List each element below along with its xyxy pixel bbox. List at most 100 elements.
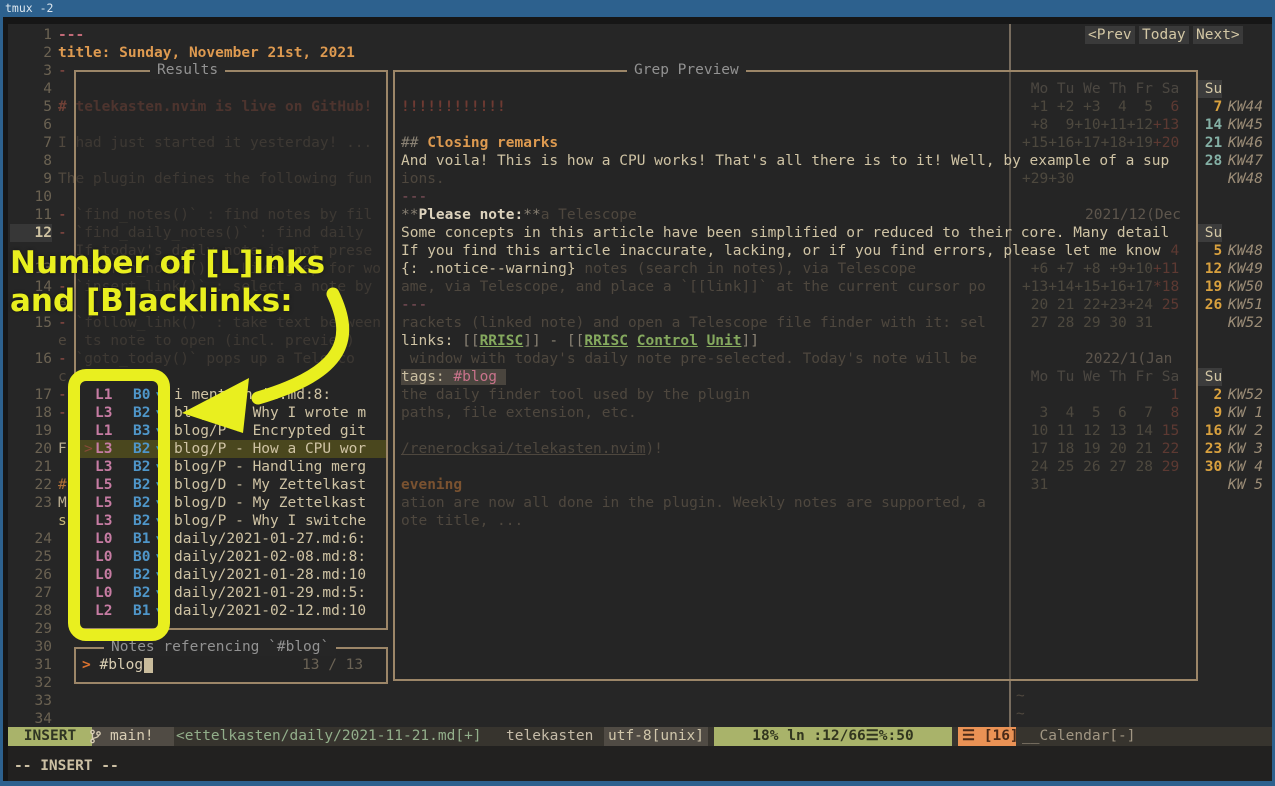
line-number: 12 bbox=[10, 224, 52, 242]
line-number: 3 bbox=[10, 62, 52, 80]
calendar-day-sunday[interactable]: 9 bbox=[1196, 404, 1222, 422]
wiki-link[interactable]: RRISC bbox=[584, 333, 628, 349]
calendar-week-number: KW 2 bbox=[1228, 422, 1263, 440]
calendar-week-number: KW48 bbox=[1228, 170, 1263, 188]
git-branch-label: main! bbox=[92, 727, 174, 746]
calendar-day-sunday[interactable]: 12 bbox=[1196, 260, 1222, 278]
annotation-text: Number of [L]inks and [B]acklinks: bbox=[10, 244, 325, 320]
result-note-title: blog/D - My Zettelkast bbox=[174, 494, 386, 512]
calendar-week-number: KW50 bbox=[1228, 278, 1263, 296]
statusline: INSERT main! <ettelkasten/daily/2021-11-… bbox=[8, 727, 1272, 746]
calendar-statusline-label: __Calendar[-] bbox=[1022, 727, 1136, 746]
plugin-name-label: telekasten bbox=[506, 727, 593, 746]
grep-line: !!!!!!!!!!!! bbox=[401, 98, 506, 116]
line-number: 21 bbox=[10, 458, 52, 476]
calendar-week-number: KW 4 bbox=[1228, 458, 1263, 476]
result-note-title: blog/P - How a CPU wor bbox=[174, 440, 386, 458]
terminal-left-edge bbox=[0, 17, 3, 786]
wiki-link[interactable]: RRISC bbox=[480, 333, 524, 349]
result-note-title: daily/2021-01-28.md:10 bbox=[174, 566, 386, 584]
grep-line: rackets (linked note) and open a Telesco… bbox=[401, 314, 986, 332]
buffer-line: F bbox=[58, 440, 67, 458]
calendar-day-sunday[interactable]: 30 bbox=[1196, 458, 1222, 476]
result-note-title: blog/P - Encrypted git bbox=[174, 422, 386, 440]
calendar-week-number: KW 1 bbox=[1228, 404, 1263, 422]
line-number: 10 bbox=[10, 188, 52, 206]
line-number: 5 bbox=[10, 98, 52, 116]
grep-line: **Please note:**a Telescope bbox=[401, 206, 637, 224]
grep-line: tags: #blog bbox=[401, 368, 506, 386]
line-number: 29 bbox=[10, 620, 52, 638]
calendar-week-number: KW45 bbox=[1228, 116, 1263, 134]
buffer-line: --- bbox=[58, 26, 84, 44]
calendar-week-number: KW46 bbox=[1228, 134, 1263, 152]
line-number: 27 bbox=[10, 584, 52, 602]
command-line-area bbox=[8, 746, 1272, 781]
calendar-sunday-header: Su bbox=[1196, 80, 1222, 98]
result-note-title: daily/2021-02-08.md:8: bbox=[174, 548, 386, 566]
result-note-title: blog/P - Why I switche bbox=[174, 512, 386, 530]
line-number: 9 bbox=[10, 170, 52, 188]
line-number: 34 bbox=[10, 710, 52, 728]
calendar-week-number: KW44 bbox=[1228, 98, 1263, 116]
text-cursor bbox=[144, 658, 153, 673]
search-query-text[interactable]: #blog bbox=[99, 657, 143, 673]
calendar-day-sunday[interactable]: 5 bbox=[1196, 242, 1222, 260]
buffer-line: - bbox=[58, 62, 67, 80]
wiki-link[interactable]: Control bbox=[637, 333, 698, 349]
line-number: 28 bbox=[10, 602, 52, 620]
tmux-session-title: tmux -2 bbox=[5, 1, 53, 15]
calendar-day-sunday[interactable]: 19 bbox=[1196, 278, 1222, 296]
screen: tmux -2 12345678910111213141516171819202… bbox=[0, 0, 1275, 786]
buffer-line: - bbox=[58, 404, 67, 422]
cursor-position-label: 18% ln :12/66☰%:50 bbox=[714, 727, 952, 746]
line-number: 7 bbox=[10, 134, 52, 152]
line-number: 22 bbox=[10, 476, 52, 494]
grep-line: And voila! This is how a CPU works! That… bbox=[401, 152, 1169, 170]
calendar-week-number: KW 3 bbox=[1228, 440, 1263, 458]
empty-line-tilde: ~ bbox=[1016, 687, 1025, 705]
search-prompt[interactable]: > #blog bbox=[82, 656, 143, 674]
buffer-line: c bbox=[58, 368, 67, 386]
grep-line: ote title, ... bbox=[401, 512, 523, 530]
calendar-week-number: KW48 bbox=[1228, 242, 1263, 260]
line-number: 26 bbox=[10, 566, 52, 584]
result-note-title: blog/D - My Zettelkast bbox=[174, 476, 386, 494]
line-number: 8 bbox=[10, 152, 52, 170]
file-path: <ettelkasten/daily/2021-11-21.md[+] bbox=[176, 727, 482, 746]
result-note-title: daily/2021-02-12.md:10 bbox=[174, 602, 386, 620]
calendar-day-sunday[interactable]: 7 bbox=[1196, 98, 1222, 116]
line-number: 30 bbox=[10, 638, 52, 656]
result-note-title: daily/2021-01-27.md:6: bbox=[174, 530, 386, 548]
git-branch-icon bbox=[90, 729, 101, 744]
calendar-day-sunday[interactable]: 21 bbox=[1196, 134, 1222, 152]
grep-line: /renerocksai/telekasten.nvim)! bbox=[401, 440, 663, 458]
grep-line: If you find this article inaccurate, lac… bbox=[401, 242, 1161, 260]
grep-line: the daily finder tool used by the plugin bbox=[401, 386, 750, 404]
empty-line-tilde: ~ bbox=[1016, 705, 1025, 723]
line-number: 33 bbox=[10, 692, 52, 710]
buffer-line: M bbox=[58, 494, 67, 512]
line-number: 16 bbox=[10, 350, 52, 368]
line-number: 17 bbox=[10, 386, 52, 404]
calendar-day-sunday[interactable]: 26 bbox=[1196, 296, 1222, 314]
buffer-line: # bbox=[58, 476, 67, 494]
calendar-day-sunday[interactable]: 28 bbox=[1196, 152, 1222, 170]
grep-line: {: .notice--warning} notes (search in no… bbox=[401, 260, 916, 278]
calendar-week-number: KW47 bbox=[1228, 152, 1263, 170]
grep-line: paths, file extension, etc. bbox=[401, 404, 637, 422]
calendar-day-sunday[interactable]: 16 bbox=[1196, 422, 1222, 440]
line-number: 32 bbox=[10, 674, 52, 692]
calendar-week-number: KW52 bbox=[1228, 314, 1263, 332]
calendar-next-button[interactable]: Next> bbox=[1193, 26, 1243, 44]
line-number: 1 bbox=[10, 26, 52, 44]
grep-line: evening bbox=[401, 476, 462, 494]
wiki-link[interactable]: Unit bbox=[707, 333, 742, 349]
calendar-week-number: KW49 bbox=[1228, 260, 1263, 278]
calendar-prev-button[interactable]: <Prev bbox=[1085, 26, 1135, 44]
line-number: 31 bbox=[10, 656, 52, 674]
calendar-day-sunday[interactable]: 2 bbox=[1196, 386, 1222, 404]
calendar-day-sunday[interactable]: 14 bbox=[1196, 116, 1222, 134]
calendar-day-sunday[interactable]: 23 bbox=[1196, 440, 1222, 458]
calendar-today-button[interactable]: Today bbox=[1139, 26, 1189, 44]
